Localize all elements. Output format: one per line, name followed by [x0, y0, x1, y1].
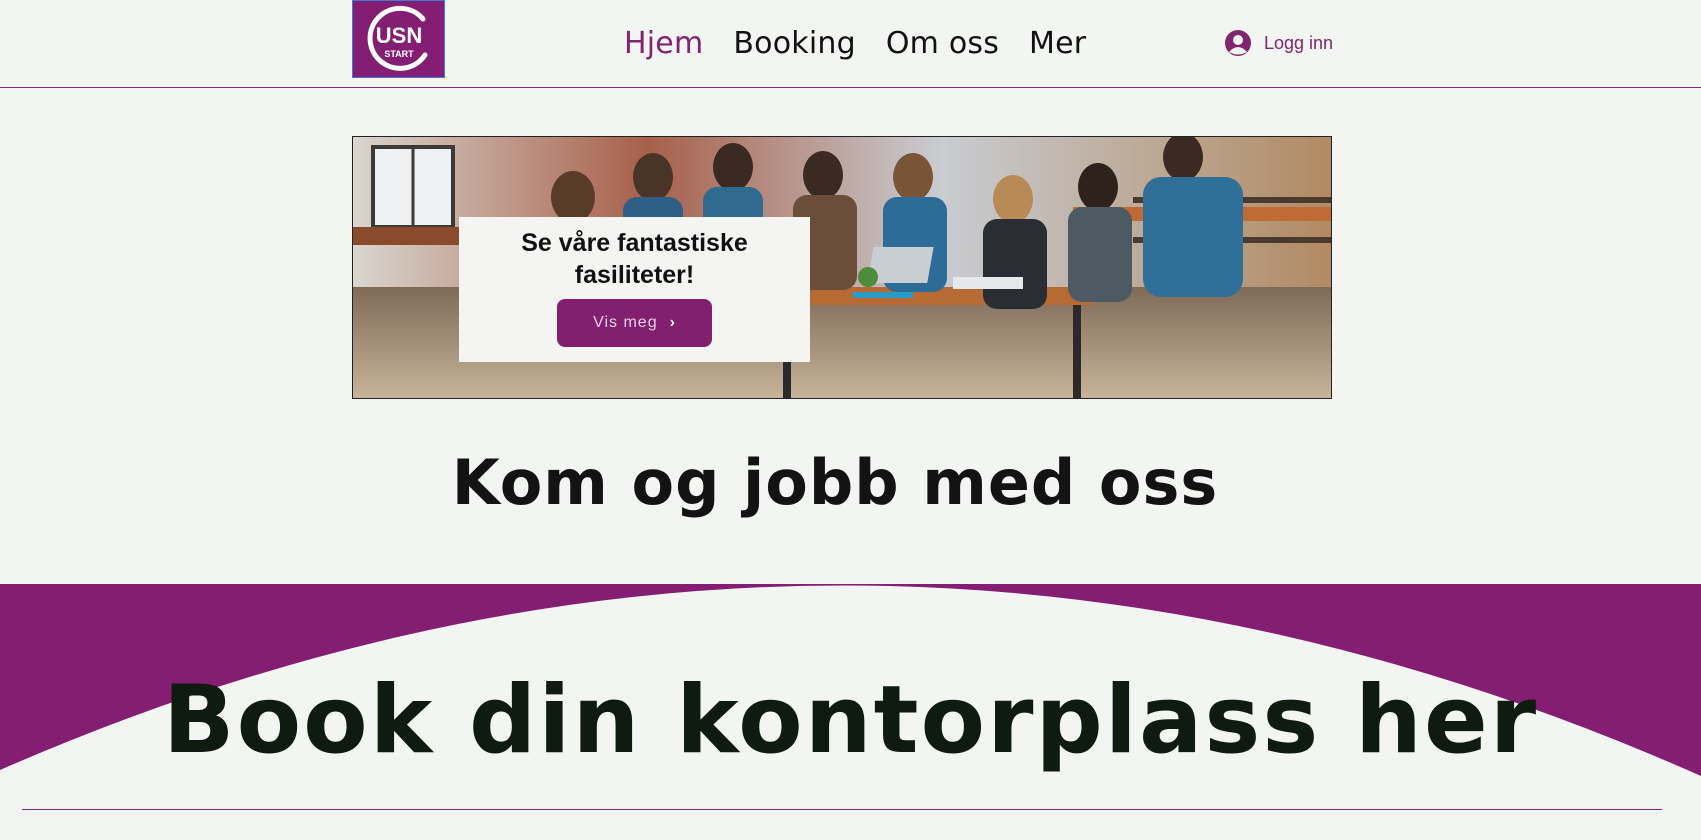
vis-meg-button[interactable]: Vis meg › [557, 299, 712, 347]
usn-start-logo[interactable]: USN START [352, 0, 445, 78]
book-heading: Book din kontorplass her [162, 666, 1539, 775]
vis-meg-label: Vis meg [593, 314, 658, 331]
section-divider [22, 809, 1662, 810]
user-avatar-icon [1225, 30, 1251, 56]
logo-text-main: USN [375, 23, 421, 48]
nav-item-mer[interactable]: Mer [1029, 26, 1086, 61]
login-label: Logg inn [1264, 32, 1334, 53]
chevron-right-icon: › [669, 314, 676, 331]
main-nav: Hjem Booking Om oss Mer [624, 22, 1086, 64]
site-header: USN START Hjem Booking Om oss Mer Logg i… [0, 0, 1701, 88]
login-button[interactable]: Logg inn [1224, 26, 1333, 60]
jobb-heading: Kom og jobb med oss [451, 446, 1219, 519]
hero-title: Se våre fantastiske fasiliteter! [521, 229, 748, 289]
logo-mark: USN START [367, 5, 427, 71]
hero-card: Se våre fantastiske fasiliteter! Vis meg… [459, 217, 810, 362]
nav-item-om-oss[interactable]: Om oss [886, 26, 999, 61]
nav-item-hjem[interactable]: Hjem [624, 26, 703, 61]
logo-text-sub: START [384, 49, 414, 59]
page: USN START Hjem Booking Om oss Mer Logg i… [0, 0, 1701, 840]
nav-item-booking[interactable]: Booking [733, 26, 855, 61]
hero-banner: Se våre fantastiske fasiliteter! Vis meg… [352, 136, 1332, 399]
